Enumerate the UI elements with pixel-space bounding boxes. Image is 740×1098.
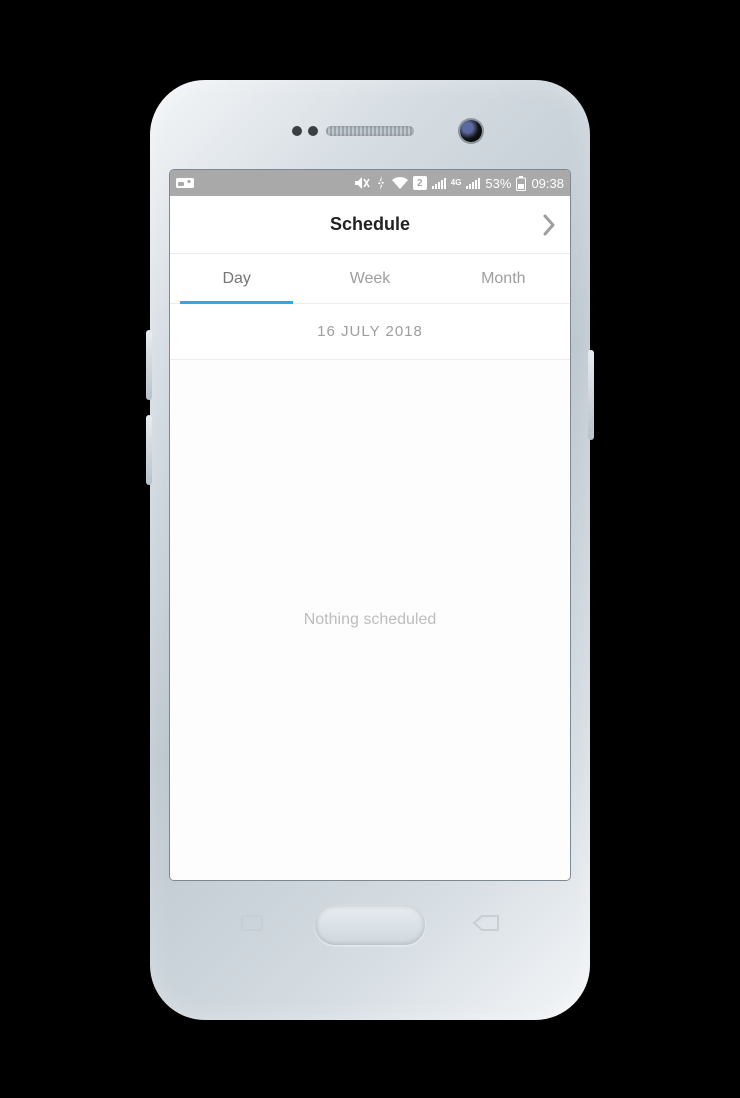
tab-label: Day [222,270,250,288]
back-button[interactable] [472,914,500,932]
schedule-content: Nothing scheduled [170,360,570,880]
screen: 2 4G 53% 09:38 Schedule [170,170,570,880]
phone-bottom-hardware [150,880,590,1020]
status-bar: 2 4G 53% 09:38 [170,170,570,196]
light-sensor-icon [308,126,318,136]
phone-frame: 2 4G 53% 09:38 Schedule [150,80,590,1020]
home-button[interactable] [315,905,425,945]
wifi-icon [392,177,408,190]
battery-icon [516,176,526,191]
volume-down-button[interactable] [146,415,152,485]
proximity-sensor-icon [292,126,302,136]
tab-label: Week [350,270,391,288]
front-camera-icon [460,120,482,142]
power-button[interactable] [588,350,594,440]
empty-state-message: Nothing scheduled [304,611,437,629]
sim-indicator: 2 [413,176,427,190]
chevron-right-icon [542,214,556,236]
notification-app-icon [176,176,194,190]
tab-week[interactable]: Week [303,254,436,303]
volume-up-button[interactable] [146,330,152,400]
charging-no-icon [375,176,387,190]
phone-top-hardware [150,80,590,170]
earpiece [326,126,414,136]
tab-day[interactable]: Day [170,254,303,303]
forward-button[interactable] [542,214,556,236]
current-date: 16 JULY 2018 [317,323,423,340]
signal-2-icon [466,177,480,189]
battery-percent: 53% [485,176,511,191]
network-type-label: 4G [451,179,462,187]
tab-month[interactable]: Month [437,254,570,303]
date-row[interactable]: 16 JULY 2018 [170,304,570,360]
mute-icon [354,176,370,190]
app-header: Schedule [170,196,570,254]
recent-apps-button[interactable] [240,914,264,932]
signal-1-icon [432,177,446,189]
clock: 09:38 [531,176,564,191]
page-title: Schedule [330,214,410,235]
tab-label: Month [481,270,525,288]
view-tabs: Day Week Month [170,254,570,304]
